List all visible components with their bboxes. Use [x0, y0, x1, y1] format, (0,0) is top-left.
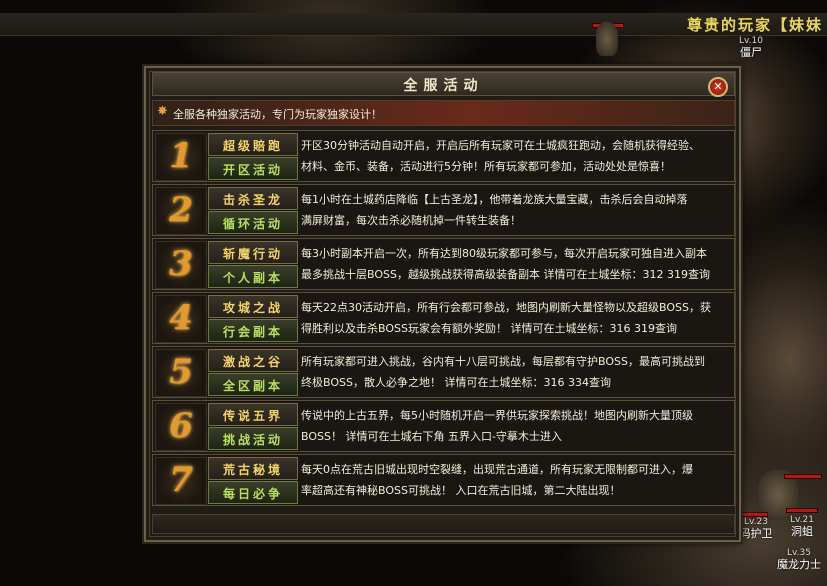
intro-banner: ✸ 全服各种独家活动，专门为玩家独家设计！ [152, 100, 735, 126]
npc-hp-bar [786, 508, 818, 513]
activity-name-plate: 荒古秘境 [208, 457, 298, 480]
zombie-figure[interactable] [596, 22, 618, 56]
activity-category: 个人副本 [222, 271, 283, 285]
activity-description-line: 得胜利以及击杀BOSS玩家会有额外奖励！ 详情可在土城坐标：316 319查询 [301, 322, 677, 335]
dialog-title: 全服活动 [403, 78, 484, 94]
activity-category-button[interactable]: 挑战活动 [208, 427, 298, 450]
activity-description: 开区30分钟活动自动开启，开启后所有玩家可在土城疯狂跑动，会随机获得经验、 材料、… [301, 135, 733, 177]
activity-description-line: BOSS！ 详情可在土城右下角 五界入口-守摹木士进入 [301, 430, 562, 443]
activity-row: 1 超级賠跑 开区活动 开区30分钟活动自动开启，开启后所有玩家可在土城疯狂跑动… [152, 130, 735, 182]
npc-name: 僵尸 [740, 46, 762, 59]
activity-description-line: 开区30分钟活动自动开启，开启后所有玩家可在土城疯狂跑动，会随机获得经验、 [301, 139, 700, 152]
activity-number-badge: 7 [155, 457, 207, 505]
activity-name: 激战之谷 [222, 355, 283, 369]
activity-name: 斩魔行动 [222, 247, 283, 261]
activity-description: 每3小时副本开启一次，所有达到80级玩家都可参与，每次开启玩家可独自进入副本 最多… [301, 243, 733, 285]
activity-name-plate: 超级賠跑 [208, 133, 298, 156]
activity-description: 每天22点30活动开启，所有行会都可参战，地图内刷新大量怪物以及超级BOSS，获… [301, 297, 733, 339]
activity-name: 击杀圣龙 [222, 193, 283, 207]
npc-hp-bar [784, 474, 822, 479]
activity-name-plate: 斩魔行动 [208, 241, 298, 264]
activity-description-line: 传说中的上古五界，每5小时随机开启一界供玩家探索挑战！地图内刷新大量顶级 [301, 409, 693, 422]
activity-name: 荒古秘境 [222, 463, 283, 477]
activity-description-line: 终极BOSS，散人必争之地！ 详情可在土城坐标：316 334查询 [301, 376, 611, 389]
npc-name: 洞蛆 [791, 525, 813, 538]
activity-number: 4 [169, 298, 193, 338]
activity-description-line: 率超高还有神秘BOSS可挑战！ 入口在荒古旧城，第二大陆出现！ [301, 484, 621, 497]
activity-row: 7 荒古秘境 每日必争 每天0点在荒古旧城出现时空裂缝，出现荒古通道，所有玩家无… [152, 454, 735, 506]
activity-category-button[interactable]: 循环活动 [208, 211, 298, 234]
activity-name: 攻城之战 [222, 301, 283, 315]
activity-number-badge: 6 [155, 403, 207, 451]
activity-number-badge: 4 [155, 295, 207, 343]
activity-number-badge: 5 [155, 349, 207, 397]
star-icon: ✸ [157, 104, 168, 119]
npc-name: 魔龙力士 [777, 558, 821, 571]
npc-zombie-label[interactable]: Lv.10 僵尸 [726, 36, 776, 58]
activity-category: 全区副本 [222, 379, 283, 393]
activity-number-badge: 1 [155, 133, 207, 181]
activity-row: 5 激战之谷 全区副本 所有玩家都可进入挑战，谷内有十八层可挑战，每层都有守护B… [152, 346, 735, 398]
npc-dragon-warrior-label[interactable]: Lv.35 魔龙力士 [772, 548, 826, 570]
npc-maggot-label[interactable]: Lv.21 洞蛆 [782, 515, 822, 537]
activity-category: 开区活动 [222, 163, 283, 177]
dialog-footer [152, 514, 735, 534]
activity-category: 每日必争 [222, 487, 283, 501]
dialog-title-bar[interactable]: 全服活动 ✕ [152, 72, 735, 97]
activity-category: 循环活动 [222, 217, 283, 231]
activity-name-plate: 击杀圣龙 [208, 187, 298, 210]
activity-number-badge: 3 [155, 241, 207, 289]
activity-category-button[interactable]: 行会副本 [208, 319, 298, 342]
player-title-banner: 尊贵的玩家【妹妹 [686, 16, 823, 34]
activity-description: 传说中的上古五界，每5小时随机开启一界供玩家探索挑战！地图内刷新大量顶级 BOSS… [301, 405, 733, 447]
activity-category: 行会副本 [222, 325, 283, 339]
activity-name: 传说五界 [222, 409, 283, 423]
activity-row: 6 传说五界 挑战活动 传说中的上古五界，每5小时随机开启一界供玩家探索挑战！地… [152, 400, 735, 452]
activity-row: 3 斩魔行动 个人副本 每3小时副本开启一次，所有达到80级玩家都可参与，每次开… [152, 238, 735, 290]
close-icon: ✕ [713, 80, 723, 93]
activity-row: 4 攻城之战 行会副本 每天22点30活动开启，所有行会都可参战，地图内刷新大量… [152, 292, 735, 344]
activity-category-button[interactable]: 开区活动 [208, 157, 298, 180]
activity-name-plate: 激战之谷 [208, 349, 298, 372]
activity-description-line: 每天0点在荒古旧城出现时空裂缝，出现荒古通道，所有玩家无限制都可进入，爆 [301, 463, 693, 476]
activity-description: 每天0点在荒古旧城出现时空裂缝，出现荒古通道，所有玩家无限制都可进入，爆 率超高还… [301, 459, 733, 501]
activity-description-line: 每1小时在土城药店降临【上古圣龙】，他带着龙族大量宝藏，击杀后会自动掉落 [301, 193, 688, 206]
activity-description: 所有玩家都可进入挑战，谷内有十八层可挑战，每层都有守护BOSS，最高可挑战到 终极… [301, 351, 733, 393]
activity-description-line: 最多挑战十层BOSS，越级挑战获得高级装备副本 详情可在土城坐标：312 319… [301, 268, 710, 281]
activity-description-line: 每天22点30活动开启，所有行会都可参战，地图内刷新大量怪物以及超级BOSS，获 [301, 301, 711, 314]
activity-number: 5 [169, 352, 193, 392]
server-activities-dialog: 全服活动 ✕ ✸ 全服各种独家活动，专门为玩家独家设计！ 1 超级賠跑 开区活动… [144, 66, 741, 542]
activity-number: 3 [169, 244, 193, 284]
activity-number-badge: 2 [155, 187, 207, 235]
activity-category-button[interactable]: 个人副本 [208, 265, 298, 288]
activity-number: 6 [169, 406, 193, 446]
activity-category-button[interactable]: 每日必争 [208, 481, 298, 504]
activity-name-plate: 传说五界 [208, 403, 298, 426]
activity-number: 1 [169, 136, 193, 176]
activity-number: 2 [169, 190, 193, 230]
intro-text: 全服各种独家活动，专门为玩家独家设计！ [173, 108, 382, 121]
activity-description-line: 满屏财富，每次击杀必随机掉一件转生装备！ [301, 214, 521, 227]
activity-name-plate: 攻城之战 [208, 295, 298, 318]
activity-description-line: 材料、金币、装备，活动进行5分钟！所有玩家都可参加，活动处处是惊喜！ [301, 160, 671, 173]
activity-row: 2 击杀圣龙 循环活动 每1小时在土城药店降临【上古圣龙】，他带着龙族大量宝藏，… [152, 184, 735, 236]
activity-category: 挑战活动 [222, 433, 283, 447]
close-button[interactable]: ✕ [708, 77, 728, 97]
activity-number: 7 [169, 460, 193, 500]
activity-category-button[interactable]: 全区副本 [208, 373, 298, 396]
activity-name: 超级賠跑 [222, 139, 283, 153]
activity-description: 每1小时在土城药店降临【上古圣龙】，他带着龙族大量宝藏，击杀后会自动掉落 满屏财富… [301, 189, 733, 231]
activity-description-line: 所有玩家都可进入挑战，谷内有十八层可挑战，每层都有守护BOSS，最高可挑战到 [301, 355, 705, 368]
activity-description-line: 每3小时副本开启一次，所有达到80级玩家都可参与，每次开启玩家可独自进入副本 [301, 247, 707, 260]
